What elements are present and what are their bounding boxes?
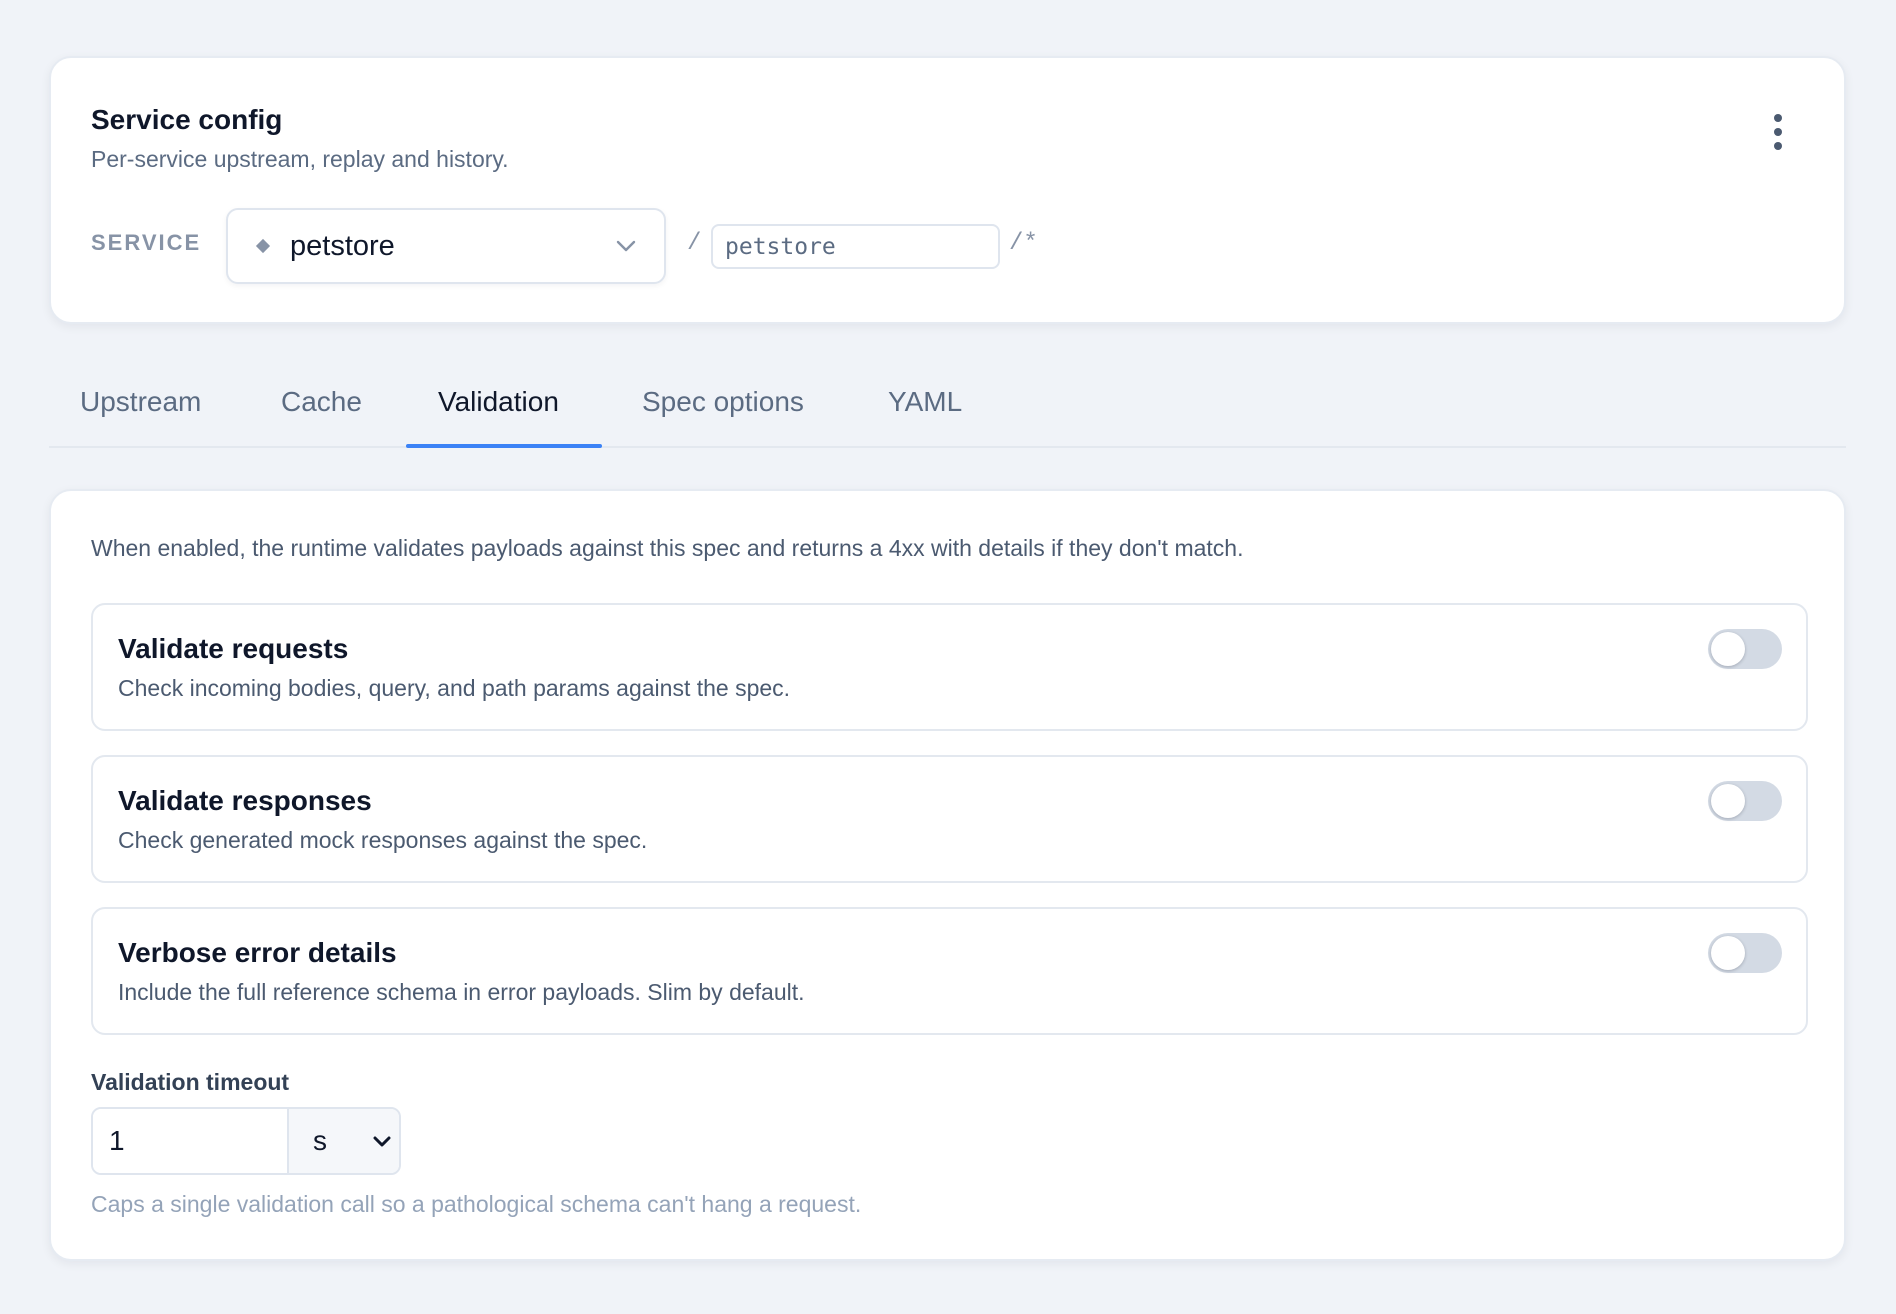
service-select[interactable]: petstore [226, 208, 666, 284]
chevron-down-icon [616, 240, 636, 252]
card-title: Service config [91, 104, 283, 135]
validate-requests-toggle[interactable] [1708, 629, 1782, 669]
option-title: Verbose error details [118, 937, 397, 968]
validate-responses-toggle[interactable] [1708, 781, 1782, 821]
path-slash: / [687, 230, 702, 257]
option-validate-requests: Validate requests Check incoming bodies,… [91, 603, 1808, 731]
timeout-unit-value: s [313, 1125, 327, 1156]
option-description: Check incoming bodies, query, and path p… [118, 675, 791, 701]
option-title: Validate responses [118, 785, 372, 816]
timeout-help-text: Caps a single validation call so a patho… [91, 1191, 862, 1217]
diamond-icon [255, 238, 271, 254]
validation-panel: When enabled, the runtime validates payl… [49, 489, 1846, 1261]
tab-upstream[interactable]: Upstream [80, 386, 201, 418]
tab-spec-options[interactable]: Spec options [642, 386, 804, 418]
option-title: Validate requests [118, 633, 349, 664]
service-config-card: Service config Per-service upstream, rep… [49, 56, 1846, 324]
active-tab-indicator [406, 444, 602, 448]
page: Service config Per-service upstream, rep… [0, 0, 1896, 1314]
timeout-unit-select[interactable]: s [287, 1109, 399, 1173]
path-suffix: /* [1009, 230, 1038, 257]
tab-bar: Upstream Cache Validation Spec options Y… [49, 364, 1846, 448]
option-verbose-errors: Verbose error details Include the full r… [91, 907, 1808, 1035]
option-validate-responses: Validate responses Check generated mock … [91, 755, 1808, 883]
kebab-menu-icon[interactable] [1772, 114, 1784, 150]
tab-validation[interactable]: Validation [438, 386, 559, 418]
card-subtitle: Per-service upstream, replay and history… [91, 146, 509, 172]
verbose-errors-toggle[interactable] [1708, 933, 1782, 973]
chevron-down-icon [373, 1136, 391, 1147]
tab-cache[interactable]: Cache [281, 386, 362, 418]
timeout-field-group: s [91, 1107, 401, 1175]
validation-intro: When enabled, the runtime validates payl… [91, 535, 1244, 561]
option-description: Include the full reference schema in err… [118, 979, 805, 1005]
path-prefix-input[interactable] [711, 224, 1000, 269]
option-description: Check generated mock responses against t… [118, 827, 648, 853]
timeout-label: Validation timeout [91, 1069, 290, 1095]
timeout-input[interactable] [93, 1109, 287, 1173]
service-label: SERVICE [91, 230, 202, 255]
service-selected-value: petstore [290, 229, 395, 262]
tab-yaml[interactable]: YAML [888, 386, 962, 418]
